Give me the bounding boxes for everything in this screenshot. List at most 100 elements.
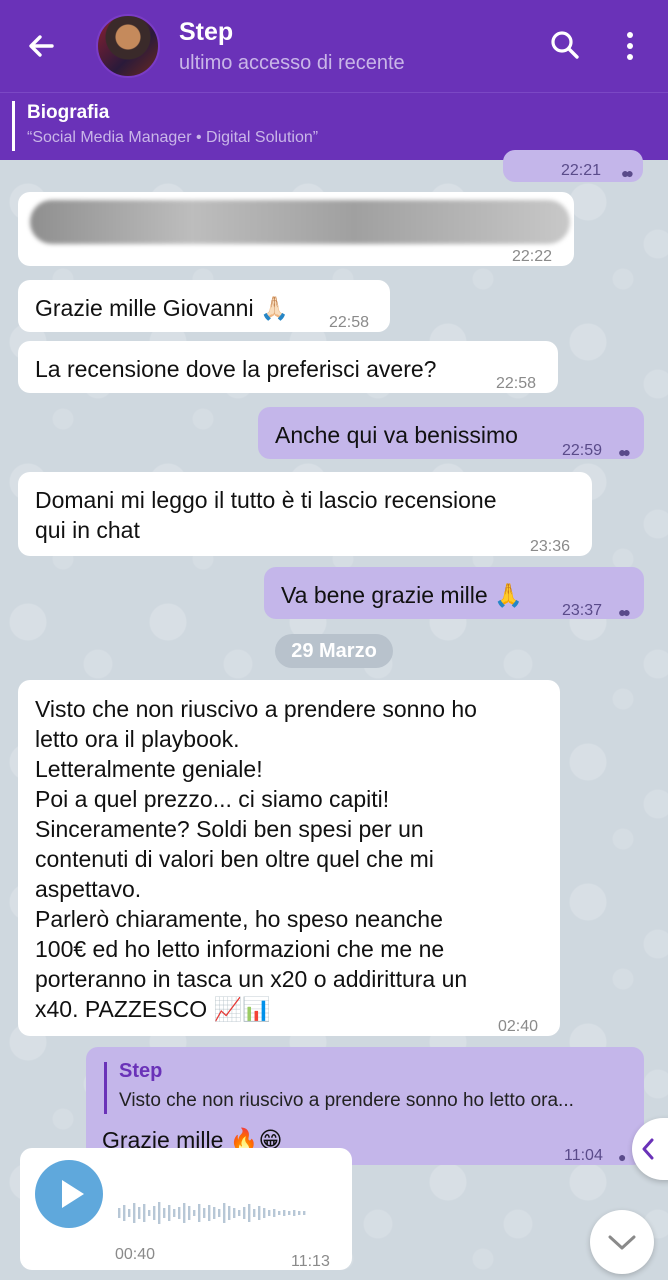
chevron-left-icon — [642, 1138, 654, 1160]
bio-title: Biografia — [27, 102, 110, 123]
waveform-bar — [153, 1206, 156, 1220]
message-incoming[interactable]: Domani mi leggo il tutto è ti lascio rec… — [18, 472, 592, 556]
read-ticks-icon: ●● — [618, 604, 631, 620]
read-ticks-icon: ●● — [621, 165, 634, 181]
reply-quote-text[interactable]: Visto che non riuscivo a prendere sonno … — [119, 1090, 574, 1112]
message-time: 22:58 — [496, 375, 537, 392]
waveform-bar — [248, 1204, 251, 1222]
message-outgoing[interactable]: Va bene grazie mille 🙏 23:37 ●● — [264, 567, 644, 620]
message-text-line: x40. PAZZESCO 📈📊 — [35, 996, 271, 1022]
waveform-bar — [133, 1203, 136, 1223]
side-panel-tab[interactable] — [632, 1118, 668, 1180]
waveform-bar — [253, 1209, 256, 1217]
message-text-line: Letteralmente geniale! — [35, 756, 263, 782]
message-text-line: porteranno in tasca un x20 o addirittura… — [35, 966, 468, 992]
waveform-bar — [193, 1210, 196, 1216]
message-text: Va bene grazie mille 🙏 — [281, 582, 523, 608]
waveform-bar — [118, 1208, 121, 1218]
waveform-bar — [228, 1206, 231, 1220]
waveform-bar — [258, 1206, 261, 1220]
reply-accent-bar — [104, 1062, 107, 1114]
message-text: La recensione dove la preferisci avere? — [35, 356, 437, 382]
chat-header: Step ultimo accesso di recente — [0, 0, 668, 92]
message-text-line: Parlerò chiaramente, ho speso neanche — [35, 906, 443, 932]
message-incoming-long[interactable]: Visto che non riuscivo a prendere sonno … — [18, 680, 560, 1036]
arrow-left-icon — [29, 35, 54, 57]
read-ticks-icon: ● — [618, 1149, 627, 1165]
chevron-down-icon — [608, 1235, 636, 1250]
message-text-line: aspettavo. — [35, 876, 142, 902]
waveform-bar — [173, 1209, 176, 1217]
more-vert-icon — [627, 32, 633, 60]
message-time: 22:22 — [512, 248, 553, 265]
waveform-bar — [198, 1204, 201, 1222]
message-time: 23:36 — [530, 538, 571, 555]
message-text-block: Visto che non riuscivo a prendere sonno … — [35, 694, 477, 1024]
play-button[interactable] — [35, 1160, 103, 1228]
message-text-line: qui in chat — [35, 517, 140, 543]
waveform-bar — [213, 1207, 216, 1219]
waveform-bar — [303, 1211, 306, 1215]
message-outgoing-partial[interactable]: 22:21 ●● — [503, 150, 643, 182]
message-incoming[interactable]: La recensione dove la preferisci avere? … — [18, 341, 558, 393]
message-text-line: Visto che non riuscivo a prendere sonno … — [35, 696, 477, 722]
message-text-line: contenuti di valori ben oltre quel che m… — [35, 846, 434, 872]
waveform-bar — [123, 1205, 126, 1221]
waveform-bar — [283, 1210, 286, 1216]
message-text-line: letto ora il playbook. — [35, 726, 240, 752]
waveform-bar — [183, 1203, 186, 1223]
waveform-bar — [158, 1202, 161, 1224]
last-seen-status: ultimo accesso di recente — [179, 52, 405, 74]
play-icon — [62, 1180, 84, 1208]
message-outgoing[interactable]: Anche qui va benissimo 22:59 ●● — [258, 407, 644, 460]
waveform-bar — [243, 1207, 246, 1219]
waveform-bar — [178, 1207, 181, 1219]
waveform-bar — [238, 1210, 241, 1216]
message-text: Anche qui va benissimo — [275, 422, 518, 448]
waveform-bar — [298, 1211, 301, 1215]
bio-text: “Social Media Manager • Digital Solution… — [27, 129, 319, 146]
waveform-bar — [163, 1208, 166, 1218]
waveform-bar — [293, 1210, 296, 1216]
voice-duration: 00:40 — [115, 1246, 156, 1263]
avatar[interactable] — [96, 14, 160, 78]
back-button[interactable] — [22, 26, 62, 66]
message-time: 22:58 — [329, 314, 370, 331]
message-time: 11:04 — [564, 1147, 603, 1164]
waveform-bar — [288, 1211, 291, 1215]
waveform-bar — [148, 1210, 151, 1216]
more-options-button[interactable] — [620, 28, 640, 64]
waveform-bar — [268, 1210, 271, 1216]
reply-sender-name[interactable]: Step — [119, 1060, 162, 1083]
waveform-bar — [273, 1209, 276, 1217]
waveform-bar — [223, 1203, 226, 1223]
message-text: Grazie mille Giovanni 🙏🏻 — [35, 295, 289, 321]
message-text-line: Poi a quel prezzo... ci siamo capiti! — [35, 786, 390, 812]
bio-accent-bar — [12, 101, 15, 151]
message-time: 02:40 — [498, 1018, 539, 1035]
read-ticks-icon: ●● — [618, 444, 631, 460]
chat-title[interactable]: Step — [179, 18, 233, 47]
message-time: 23:37 — [562, 602, 603, 619]
message-time: 22:21 — [561, 162, 602, 179]
message-time: 11:13 — [291, 1253, 330, 1270]
waveform-bar — [138, 1207, 141, 1219]
waveform-bar — [233, 1208, 236, 1218]
waveform-bar — [188, 1206, 191, 1220]
voice-waveform[interactable] — [118, 1198, 318, 1228]
redacted-text — [30, 200, 570, 244]
waveform-bar — [218, 1209, 221, 1217]
waveform-bar — [278, 1211, 281, 1215]
message-text-line: Sinceramente? Soldi ben spesi per un — [35, 816, 424, 842]
waveform-bar — [168, 1205, 171, 1221]
message-time: 22:59 — [562, 442, 603, 459]
waveform-bar — [263, 1208, 266, 1218]
search-button[interactable] — [548, 28, 582, 62]
date-divider: 29 Marzo — [275, 634, 393, 668]
message-text-line: Domani mi leggo il tutto è ti lascio rec… — [35, 487, 497, 513]
message-incoming[interactable]: Grazie mille Giovanni 🙏🏻 22:58 — [18, 280, 390, 332]
search-icon — [551, 31, 579, 59]
message-text-line: 100€ ed ho letto informazioni che me ne — [35, 936, 445, 962]
waveform-bar — [203, 1208, 206, 1218]
scroll-down-button[interactable] — [590, 1210, 654, 1274]
